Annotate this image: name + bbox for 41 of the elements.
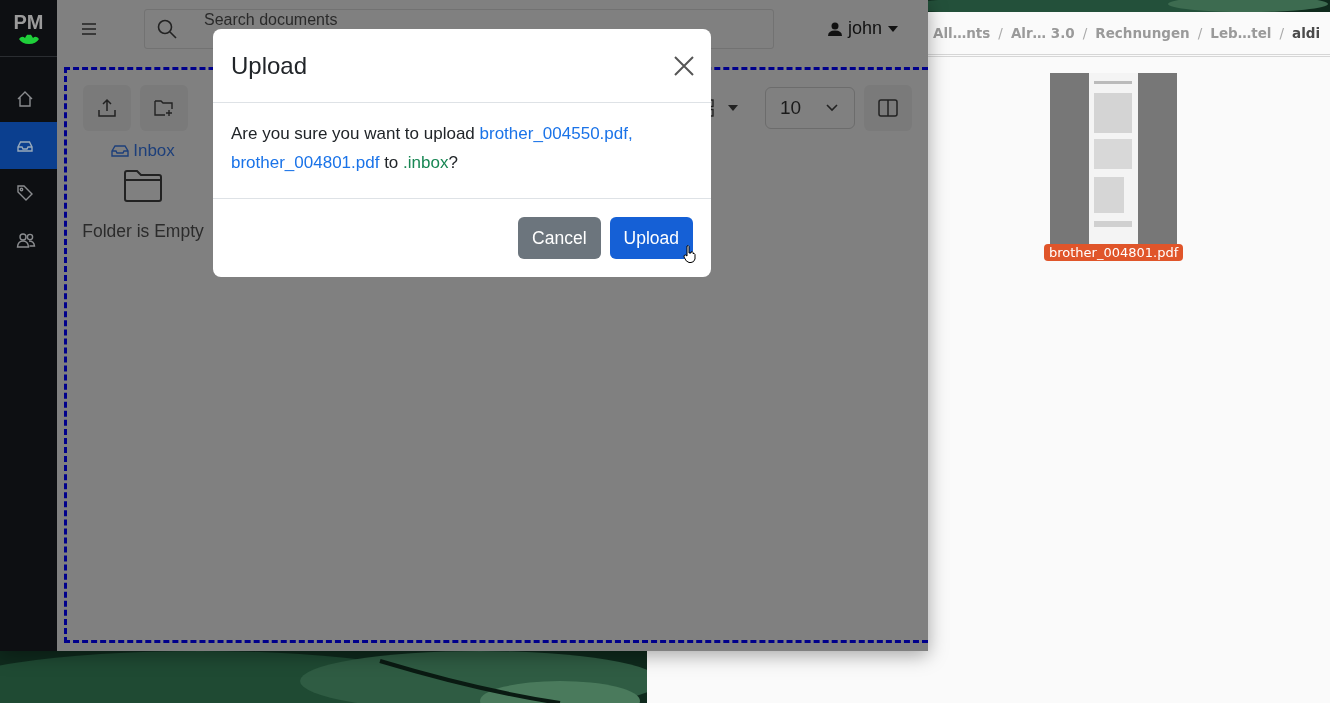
file-name[interactable]: brother_004801.pdf xyxy=(1044,244,1184,261)
sidebar-inbox-item[interactable] xyxy=(0,122,57,169)
user-menu[interactable]: john xyxy=(828,18,899,39)
breadcrumb-item[interactable]: Rechnungen xyxy=(1095,25,1190,41)
breadcrumb-separator: / xyxy=(998,25,1003,41)
caret-icon xyxy=(728,105,738,111)
breadcrumb-separator: / xyxy=(1279,25,1285,41)
folder-plus-icon xyxy=(154,99,174,117)
cancel-button[interactable]: Cancel xyxy=(518,217,601,259)
breadcrumb-separator: / xyxy=(1197,25,1203,41)
logo-text: PM xyxy=(13,11,44,32)
dialog-message: Are you sure you want to upload brother_004550.pdf, brother_004801.pdf to .inbox? xyxy=(231,123,634,174)
confirm-button[interactable]: Upload xyxy=(609,217,693,259)
inbox-icon xyxy=(111,144,130,158)
close-button[interactable] xyxy=(674,55,694,76)
empty-message: Folder is Empty xyxy=(82,221,204,242)
breadcrumb-item[interactable]: Leb…tel xyxy=(1210,25,1272,41)
close-icon xyxy=(674,55,694,76)
chevron-down-icon xyxy=(826,104,838,112)
page-size-select[interactable]: 10 xyxy=(765,87,855,129)
inbox-link[interactable]: Inbox xyxy=(111,141,175,161)
breadcrumb-item[interactable]: aldi xyxy=(1292,25,1321,41)
person-icon xyxy=(828,21,842,36)
breadcrumb-item[interactable]: All…nts xyxy=(933,25,991,41)
users-icon xyxy=(16,230,36,249)
split-view-button[interactable] xyxy=(864,85,912,131)
leaf-icon xyxy=(17,32,40,45)
search-icon xyxy=(157,18,177,39)
upload-button[interactable] xyxy=(83,85,131,131)
hand-cursor-icon xyxy=(683,245,697,263)
caret-icon xyxy=(888,25,899,32)
home-icon xyxy=(16,89,34,108)
columns-icon xyxy=(878,99,898,117)
tag-icon xyxy=(16,183,34,202)
folder-icon xyxy=(123,169,163,203)
menu-icon[interactable] xyxy=(82,22,96,35)
upload-icon xyxy=(97,98,117,118)
new-folder-button[interactable] xyxy=(140,85,188,131)
dialog-title: Upload xyxy=(231,51,308,80)
breadcrumb-item[interactable]: Alr… 3.0 xyxy=(1010,25,1075,41)
breadcrumb-separator: / xyxy=(1082,25,1088,41)
